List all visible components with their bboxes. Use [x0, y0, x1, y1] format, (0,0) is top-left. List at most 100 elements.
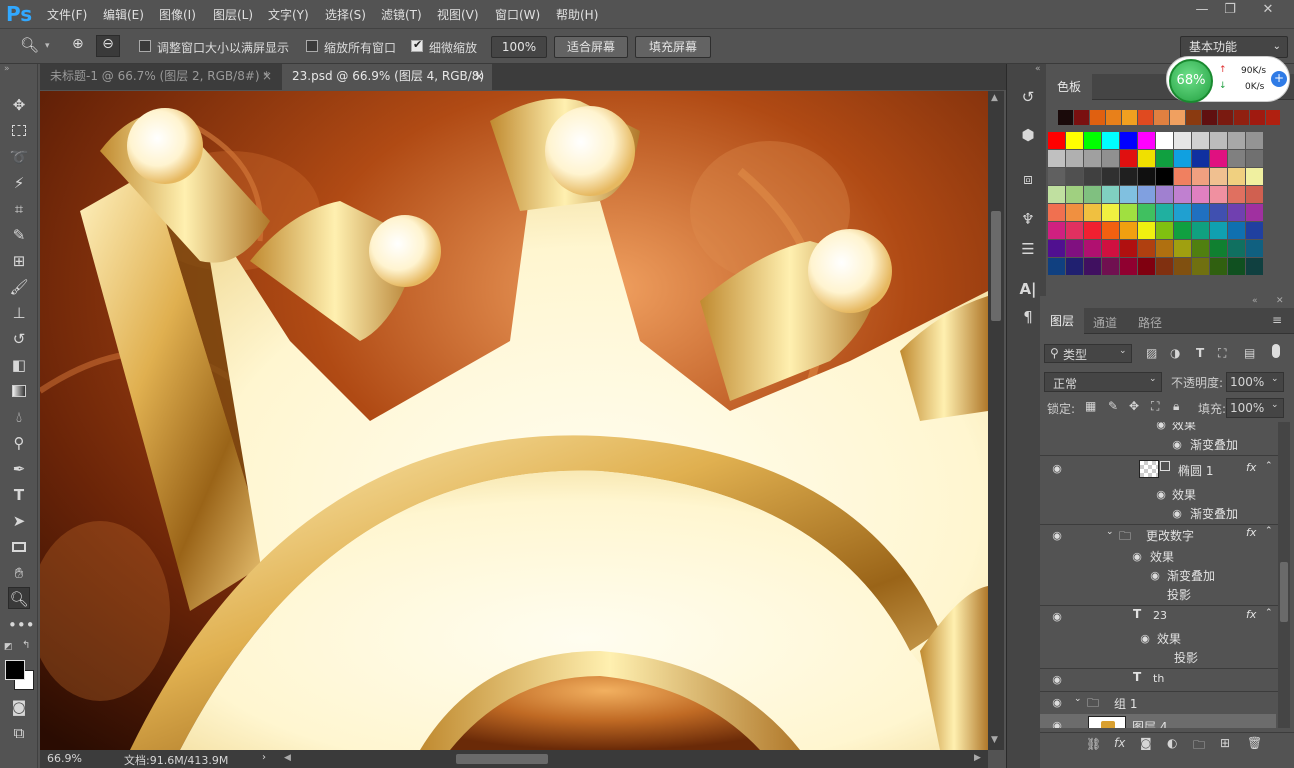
- layer-row-layer-4[interactable]: ◉ 图层 4: [1040, 714, 1276, 728]
- adjustments-icon[interactable]: ⧈: [1017, 170, 1039, 192]
- eye-icon[interactable]: ◉: [1148, 570, 1162, 581]
- list-item[interactable]: 投影: [1040, 584, 1276, 605]
- tab-23-psd[interactable]: 23.psd @ 66.9% (图层 4, RGB/8) ×: [282, 64, 492, 90]
- healing-brush-tool-icon[interactable]: ⊞: [8, 250, 30, 272]
- swatch[interactable]: [1102, 186, 1119, 203]
- swatch[interactable]: [1156, 204, 1173, 221]
- minimize-button[interactable]: —: [1188, 2, 1216, 20]
- path-selection-tool-icon[interactable]: ➤: [8, 510, 30, 532]
- swatch[interactable]: [1210, 222, 1227, 239]
- zoom-all-checkbox[interactable]: [306, 40, 318, 52]
- filter-smartobject-icon[interactable]: ▤: [1244, 346, 1255, 360]
- swatch[interactable]: [1138, 132, 1155, 149]
- swatch[interactable]: [1174, 222, 1191, 239]
- crop-tool-icon[interactable]: ⌗: [8, 198, 30, 220]
- eye-icon[interactable]: ◉: [1050, 530, 1064, 541]
- eyedropper-tool-icon[interactable]: ✎: [8, 224, 30, 246]
- move-tool-icon[interactable]: ✥: [8, 94, 30, 116]
- default-colors-icon[interactable]: ◩: [4, 642, 13, 652]
- clone-stamp-tool-icon[interactable]: ⊥: [8, 302, 30, 324]
- swatch[interactable]: [1084, 222, 1101, 239]
- delete-layer-icon[interactable]: 🗑︎: [1247, 736, 1262, 750]
- list-item[interactable]: ◉ 效果: [1040, 484, 1276, 505]
- swatch[interactable]: [1228, 186, 1245, 203]
- swatch[interactable]: [1192, 204, 1209, 221]
- swatch[interactable]: [1218, 110, 1233, 125]
- layer-scroll-thumb[interactable]: [1280, 562, 1288, 622]
- swatch[interactable]: [1084, 168, 1101, 185]
- zoom-value-field[interactable]: 100%: [491, 36, 547, 58]
- swatch[interactable]: [1066, 168, 1083, 185]
- zoom-in-icon[interactable]: ⊕: [72, 36, 92, 56]
- swatch[interactable]: [1120, 186, 1137, 203]
- scroll-up-icon[interactable]: ▲: [991, 93, 998, 103]
- swatch[interactable]: [1192, 168, 1209, 185]
- layer-row-text-th[interactable]: ◉ T th: [1040, 669, 1276, 691]
- swatch[interactable]: [1170, 110, 1185, 125]
- swatch[interactable]: [1120, 168, 1137, 185]
- eye-icon[interactable]: ◉: [1050, 463, 1064, 474]
- swatch[interactable]: [1210, 240, 1227, 257]
- close-window-button[interactable]: ✕: [1254, 2, 1282, 20]
- filter-shape-icon[interactable]: ⛶: [1218, 346, 1226, 361]
- foreground-color-swatch[interactable]: [5, 660, 25, 680]
- fx-icon[interactable]: fx: [1246, 461, 1256, 474]
- swatch[interactable]: [1102, 168, 1119, 185]
- list-item[interactable]: ◉ 效果: [1040, 546, 1276, 567]
- link-layers-icon[interactable]: ⛓: [1086, 737, 1101, 751]
- workspace-select[interactable]: 基本功能 ⌄: [1180, 36, 1288, 58]
- swatch[interactable]: [1066, 132, 1083, 149]
- swatch[interactable]: [1246, 204, 1263, 221]
- eye-icon[interactable]: ◉: [1050, 674, 1064, 685]
- fx-icon[interactable]: fx: [1114, 736, 1125, 750]
- chevron-up-icon[interactable]: ⌃: [1265, 526, 1273, 536]
- swatch[interactable]: [1228, 132, 1245, 149]
- blur-tool-icon[interactable]: 💧︎: [8, 406, 30, 428]
- list-item[interactable]: ◉ 效果: [1040, 628, 1276, 649]
- swatch[interactable]: [1228, 222, 1245, 239]
- properties-icon[interactable]: ☰: [1017, 240, 1039, 262]
- swatch[interactable]: [1138, 168, 1155, 185]
- screen-mode-icon[interactable]: ⧉: [8, 722, 30, 744]
- swatch[interactable]: [1048, 150, 1065, 167]
- eye-icon[interactable]: ◉: [1138, 633, 1152, 644]
- swatch[interactable]: [1138, 222, 1155, 239]
- swatch[interactable]: [1138, 240, 1155, 257]
- swatch[interactable]: [1120, 204, 1137, 221]
- magic-wand-tool-icon[interactable]: ⚡: [8, 172, 30, 194]
- swatch[interactable]: [1138, 150, 1155, 167]
- swatch[interactable]: [1250, 110, 1265, 125]
- swatch[interactable]: [1066, 240, 1083, 257]
- swatch[interactable]: [1192, 186, 1209, 203]
- swatch[interactable]: [1048, 168, 1065, 185]
- swatch[interactable]: [1228, 168, 1245, 185]
- opacity-field[interactable]: 100% ⌄: [1226, 372, 1284, 392]
- chevron-down-icon[interactable]: ▾: [45, 41, 50, 51]
- swatch[interactable]: [1246, 222, 1263, 239]
- panel-menu-icon[interactable]: ≡: [1272, 313, 1282, 327]
- swatch[interactable]: [1048, 240, 1065, 257]
- more-tools-icon[interactable]: •••: [8, 614, 35, 636]
- add-mask-icon[interactable]: ◙: [1140, 736, 1152, 750]
- swatch[interactable]: [1156, 258, 1173, 275]
- eye-icon[interactable]: ◉: [1170, 508, 1184, 519]
- collapse-icon[interactable]: »: [4, 64, 10, 74]
- filter-type-icon[interactable]: T: [1196, 346, 1204, 360]
- swatch[interactable]: [1122, 110, 1137, 125]
- fx-icon[interactable]: fx: [1246, 526, 1256, 539]
- swatch[interactable]: [1192, 258, 1209, 275]
- tab-paths[interactable]: 路径: [1138, 314, 1162, 331]
- lock-artboard-icon[interactable]: ⛶: [1151, 399, 1159, 414]
- tab-swatches[interactable]: 色板: [1046, 74, 1092, 100]
- swatch[interactable]: [1156, 222, 1173, 239]
- swatch[interactable]: [1102, 132, 1119, 149]
- vertical-scroll-thumb[interactable]: [991, 211, 1001, 321]
- swatch[interactable]: [1120, 222, 1137, 239]
- swatch[interactable]: [1066, 150, 1083, 167]
- brush-settings-icon[interactable]: ♆: [1017, 210, 1039, 232]
- zoom-out-icon[interactable]: ⊖: [96, 35, 120, 57]
- zoom-tool-icon[interactable]: 🔍︎: [20, 36, 42, 56]
- swatch[interactable]: [1066, 222, 1083, 239]
- plus-icon[interactable]: +: [1271, 71, 1287, 87]
- list-item[interactable]: ◉ 渐变叠加: [1040, 565, 1276, 586]
